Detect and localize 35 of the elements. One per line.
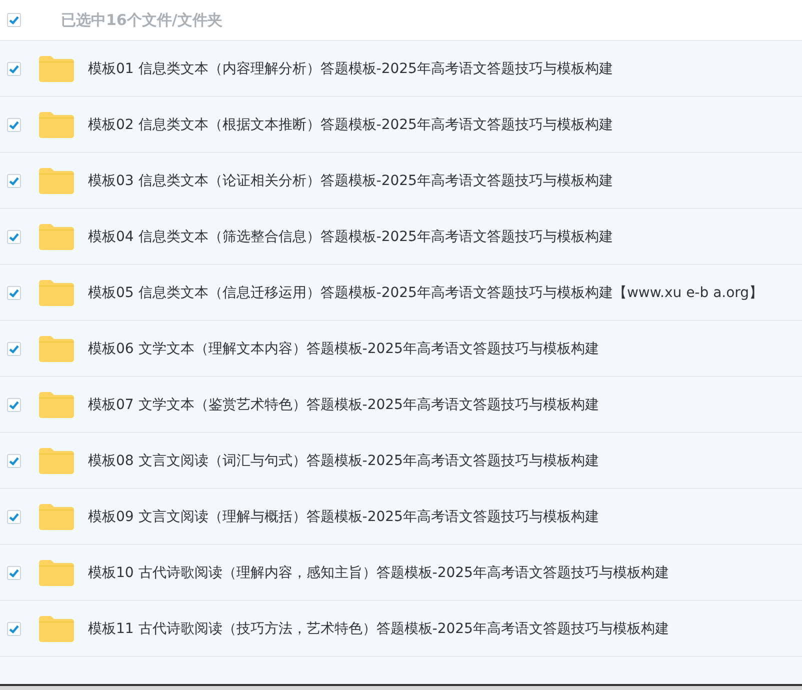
file-name[interactable]: 模板11 古代诗歌阅读（技巧方法，艺术特色）答题模板-2025年高考语文答题技巧与模板构建 [88,620,669,638]
row-checkbox[interactable] [7,286,21,300]
row-checkbox[interactable] [7,398,21,412]
selection-count: 已选中16个文件/文件夹 [61,10,222,30]
row-checkbox[interactable] [7,230,21,244]
file-name[interactable]: 模板01 信息类文本（内容理解分析）答题模板-2025年高考语文答题技巧与模板构建 [88,60,613,78]
row-checkbox[interactable] [7,342,21,356]
file-name[interactable]: 模板05 信息类文本（信息迁移运用）答题模板-2025年高考语文答题技巧与模板构建【www.xu e-b a.org】 [88,284,764,302]
row-checkbox[interactable] [7,566,21,580]
row-checkbox[interactable] [7,510,21,524]
folder-icon [39,616,74,642]
select-all-checkbox[interactable] [7,13,21,27]
row-checkbox[interactable] [7,454,21,468]
file-name[interactable]: 模板03 信息类文本（论证相关分析）答题模板-2025年高考语文答题技巧与模板构建 [88,172,613,190]
folder-icon [39,56,74,82]
folder-icon [39,448,74,474]
file-name[interactable]: 模板07 文学文本（鉴赏艺术特色）答题模板-2025年高考语文答题技巧与模板构建 [88,396,599,414]
row-checkbox[interactable] [7,118,21,132]
folder-icon [39,224,74,250]
folder-icon [39,112,74,138]
row-checkbox[interactable] [7,622,21,636]
file-name[interactable]: 模板09 文言文阅读（理解与概括）答题模板-2025年高考语文答题技巧与模板构建 [88,508,599,526]
file-name[interactable]: 模板04 信息类文本（筛选整合信息）答题模板-2025年高考语文答题技巧与模板构建 [88,228,613,246]
folder-icon [39,504,74,530]
folder-icon [39,336,74,362]
file-name[interactable]: 模板10 古代诗歌阅读（理解内容，感知主旨）答题模板-2025年高考语文答题技巧与模板构建 [88,564,669,582]
folder-icon [39,560,74,586]
row-checkbox[interactable] [7,62,21,76]
folder-icon [39,392,74,418]
file-name[interactable]: 模板02 信息类文本（根据文本推断）答题模板-2025年高考语文答题技巧与模板构建 [88,116,613,134]
file-name[interactable]: 模板08 文言文阅读（词汇与句式）答题模板-2025年高考语文答题技巧与模板构建 [88,452,599,470]
folder-icon [39,168,74,194]
row-checkbox[interactable] [7,174,21,188]
file-name[interactable]: 模板06 文学文本（理解文本内容）答题模板-2025年高考语文答题技巧与模板构建 [88,340,599,358]
folder-icon [39,280,74,306]
